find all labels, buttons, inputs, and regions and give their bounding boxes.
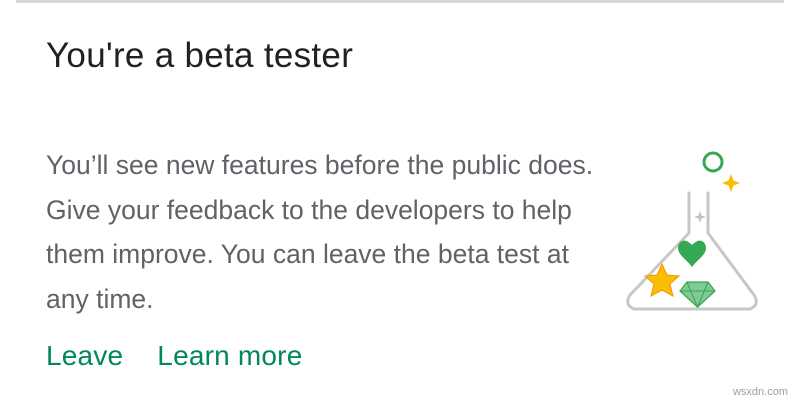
green-heart <box>678 240 706 267</box>
beta-flask-icon <box>626 151 758 311</box>
grey-sparkle <box>694 211 706 223</box>
card-title: You're a beta tester <box>46 36 354 75</box>
green-gem <box>679 281 716 308</box>
yellow-sparkle <box>722 174 740 192</box>
top-divider <box>16 0 784 3</box>
card-actions: Leave Learn more <box>46 340 302 372</box>
learn-more-link[interactable]: Learn more <box>157 340 302 372</box>
yellow-star <box>643 262 681 297</box>
watermark: wsxdn.com <box>732 386 788 398</box>
card-description: You’ll see new features before the publi… <box>46 150 594 314</box>
bubble-ring <box>702 151 724 173</box>
leave-button[interactable]: Leave <box>46 340 123 372</box>
